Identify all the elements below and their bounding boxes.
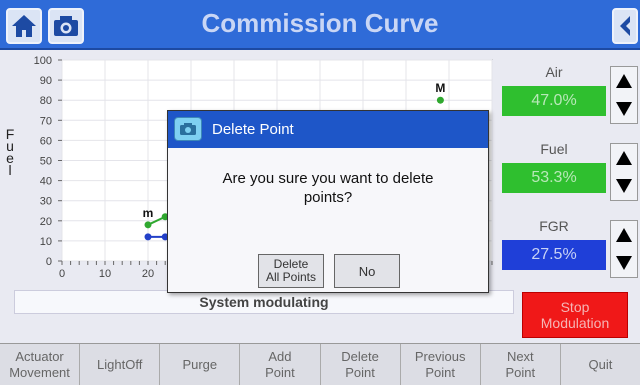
data-point	[144, 221, 152, 229]
dialog-title: Delete Point	[212, 121, 294, 138]
back-button[interactable]	[612, 8, 638, 44]
button-label: Purge	[182, 356, 218, 372]
button-label: Point	[425, 364, 455, 380]
air-value: 47.0%	[502, 86, 606, 116]
stop-modulation-button[interactable]: Stop Modulation	[522, 292, 628, 338]
button-label: Movement	[9, 364, 70, 380]
down-arrow-icon[interactable]	[614, 100, 634, 118]
purge-button[interactable]: Purge	[160, 344, 241, 385]
y-tick-label: 0	[46, 256, 52, 268]
add-point-button[interactable]: Add Point	[240, 344, 321, 385]
x-tick-label: 0	[59, 268, 65, 280]
button-label: Delete	[341, 348, 379, 364]
up-arrow-icon[interactable]	[614, 226, 634, 244]
fuel-adjust-buttons[interactable]	[610, 143, 638, 201]
delete-all-points-button[interactable]: Delete All Points	[258, 254, 324, 288]
y-tick-label: 70	[40, 115, 52, 127]
button-label: No	[358, 263, 376, 279]
y-tick-label: 20	[40, 216, 52, 228]
y-tick-label: 100	[34, 55, 52, 67]
title-bar: Commission Curve	[0, 0, 640, 50]
fgr-label: FGR	[539, 218, 569, 234]
down-arrow-icon[interactable]	[614, 254, 634, 272]
button-label: Add	[268, 348, 292, 364]
up-arrow-icon[interactable]	[614, 72, 634, 90]
camera-icon	[174, 117, 202, 141]
stop-label-line1: Stop	[560, 299, 590, 315]
delete-point-dialog: Delete Point Are you sure you want to de…	[167, 110, 489, 293]
y-axis-label: Fuel	[4, 126, 16, 178]
data-point	[436, 96, 444, 104]
button-label: Actuator	[15, 348, 64, 364]
home-button[interactable]	[6, 8, 42, 44]
button-label: Point	[505, 364, 536, 380]
y-tick-label: 30	[40, 196, 52, 208]
y-tick-label: 10	[40, 236, 52, 248]
dialog-title-bar: Delete Point	[168, 111, 488, 148]
camera-button[interactable]	[48, 8, 84, 44]
y-tick-label: 80	[40, 95, 52, 107]
dialog-message: Are you sure you want to delete points?	[188, 169, 468, 207]
previous-point-button[interactable]: Previous Point	[401, 344, 481, 385]
y-tick-label: 50	[40, 156, 52, 168]
button-label: Point	[265, 364, 295, 380]
next-point-button[interactable]: Next Point	[481, 344, 561, 385]
y-tick-label: 90	[40, 75, 52, 87]
stop-label-line2: Modulation	[540, 315, 610, 331]
x-tick-label: 10	[99, 268, 111, 280]
fgr-adjust-buttons[interactable]	[610, 220, 638, 278]
y-tick-label: 60	[40, 135, 52, 147]
actuator-movement-button[interactable]: Actuator Movement	[0, 344, 81, 385]
air-adjust-buttons[interactable]	[610, 66, 638, 124]
point-marker-label: m	[143, 206, 154, 220]
delete-point-button[interactable]: Delete Point	[321, 344, 401, 385]
data-point	[144, 233, 152, 241]
status-bar: System modulating	[14, 290, 514, 314]
button-label: LightOff	[97, 356, 143, 372]
up-arrow-icon[interactable]	[614, 149, 634, 167]
camera-icon	[54, 16, 78, 36]
x-tick-label: 20	[142, 268, 154, 280]
y-axis-label-text: Fuel	[5, 126, 15, 178]
dialog-message-line2: points?	[303, 189, 353, 206]
fuel-label: Fuel	[540, 141, 568, 157]
back-icon	[620, 16, 630, 36]
button-label: Previous	[414, 348, 466, 364]
page-title: Commission Curve	[201, 8, 439, 38]
point-marker-label: M	[435, 81, 445, 95]
down-arrow-icon[interactable]	[614, 177, 634, 195]
no-button[interactable]: No	[334, 254, 400, 288]
home-icon	[12, 15, 36, 37]
button-label: Quit	[588, 356, 613, 372]
bottom-toolbar: Actuator Movement LightOff Purge Add Poi…	[0, 343, 640, 385]
lightoff-button[interactable]: LightOff	[80, 344, 161, 385]
fuel-value: 53.3%	[502, 163, 606, 193]
button-label: Point	[345, 364, 375, 380]
air-label: Air	[545, 64, 563, 80]
fgr-value: 27.5%	[502, 240, 606, 270]
button-label: All Points	[265, 270, 317, 284]
y-tick-label: 40	[40, 176, 52, 188]
button-label: Next	[506, 348, 534, 364]
dialog-message-line1: Are you sure you want to delete	[222, 170, 434, 187]
quit-button[interactable]: Quit	[561, 344, 640, 385]
